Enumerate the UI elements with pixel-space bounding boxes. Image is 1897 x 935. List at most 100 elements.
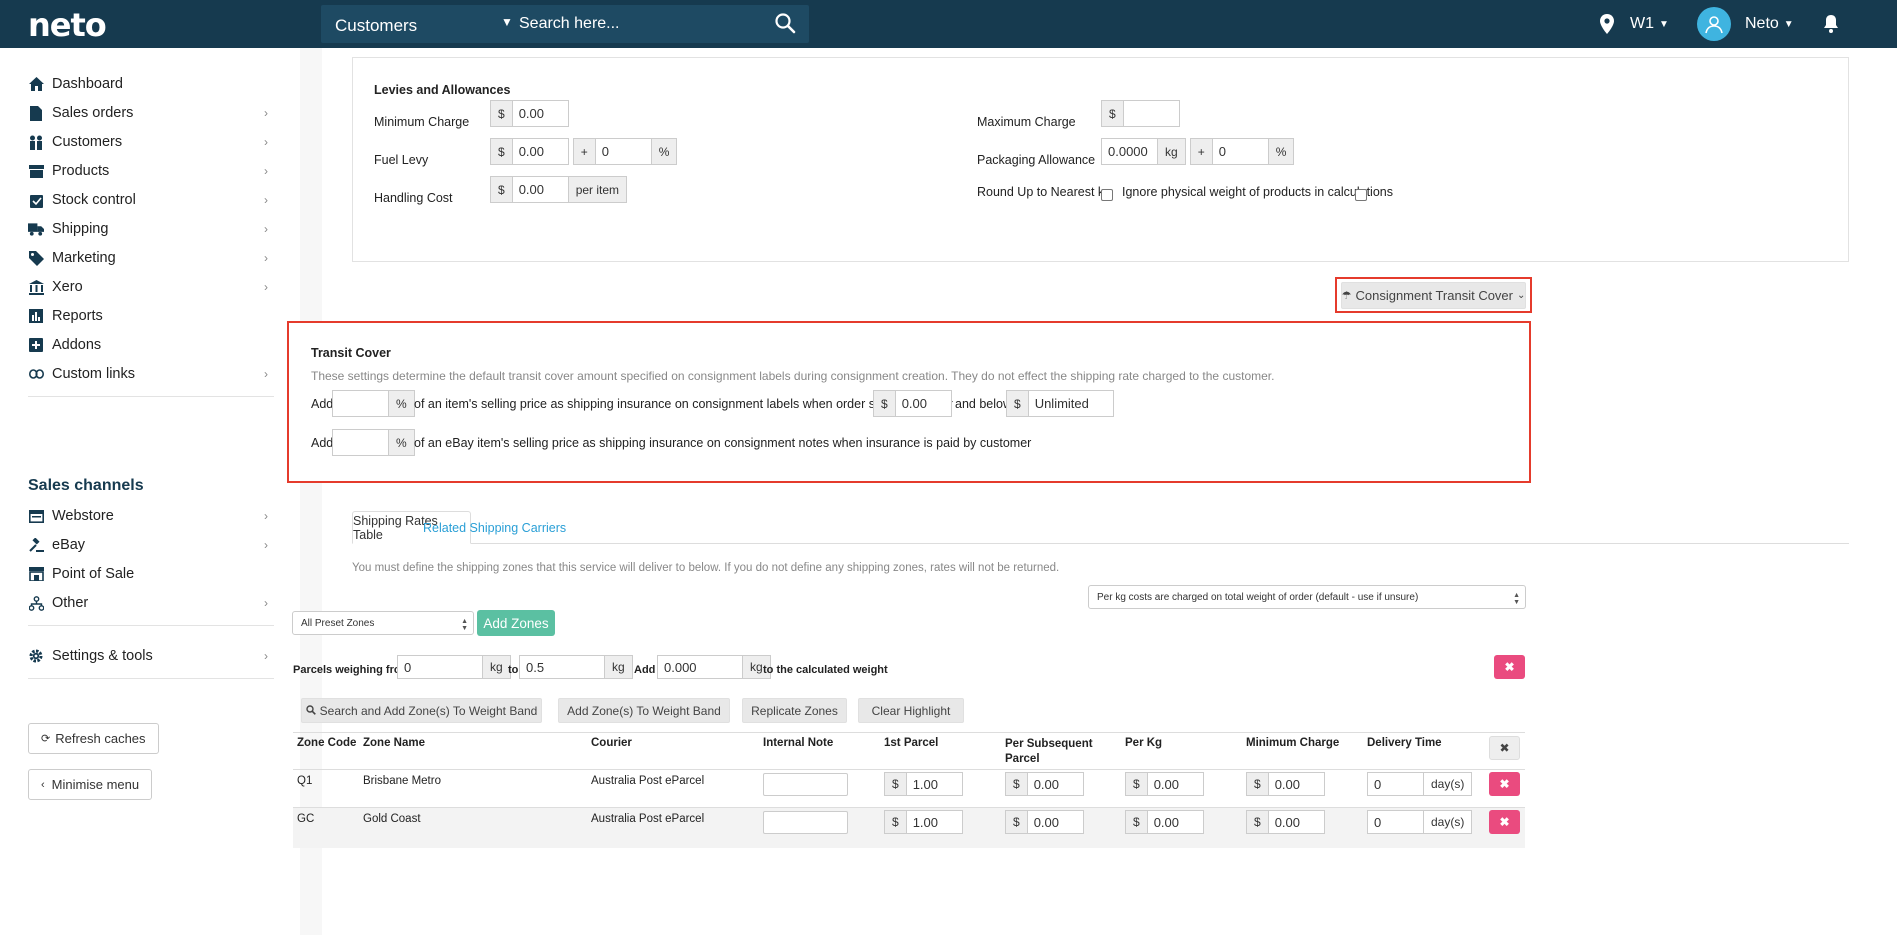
search-scope-select[interactable]: Customers (335, 16, 417, 36)
sidebar-item-sales-orders[interactable]: Sales orders › (28, 101, 268, 125)
delete-weight-band-button[interactable]: ✖ (1494, 655, 1525, 679)
currency-addon: $ (1125, 772, 1148, 796)
per-kg-input[interactable] (1146, 810, 1204, 834)
sidebar-item-point-of-sale[interactable]: Point of Sale (28, 562, 268, 586)
tab-related-shipping-carriers[interactable]: Related Shipping Carriers (423, 521, 566, 535)
packaging-percent-input[interactable] (1211, 138, 1269, 165)
sidebar-item-dashboard[interactable]: Dashboard (28, 72, 268, 96)
minimum-charge-group: $ (1246, 772, 1325, 796)
sidebar-item-customers[interactable]: Customers › (28, 130, 268, 154)
minimum-charge-input[interactable] (1267, 810, 1325, 834)
search-add-zones-button[interactable]: Search and Add Zone(s) To Weight Band (301, 698, 542, 723)
delete-all-rows-button[interactable]: ✖ (1489, 736, 1520, 760)
sidebar-divider (28, 625, 274, 626)
subtotal-over-input[interactable] (894, 390, 952, 417)
col-zone-code: Zone Code (297, 737, 357, 749)
sidebar-item-label: eBay (52, 537, 86, 553)
first-parcel-input[interactable] (905, 772, 963, 796)
map-pin-icon (1600, 14, 1614, 34)
currency-addon: $ (1006, 390, 1029, 417)
home-icon (28, 76, 44, 92)
sidebar-item-settings-tools[interactable]: Settings & tools › (28, 644, 268, 668)
currency-addon: $ (884, 772, 907, 796)
add-weight-input[interactable] (657, 655, 743, 679)
sidebar-item-products[interactable]: Products › (28, 159, 268, 183)
add-zones-button[interactable]: Add Zones (477, 610, 555, 636)
delete-row-button[interactable]: ✖ (1489, 772, 1520, 796)
sidebar-item-shipping[interactable]: Shipping › (28, 217, 268, 241)
fuel-levy-input[interactable] (511, 138, 569, 165)
umbrella-icon: ☂ (1341, 290, 1352, 302)
chevron-right-icon: › (264, 509, 268, 523)
sidebar-item-webstore[interactable]: Webstore › (28, 504, 268, 528)
sidebar-item-marketing[interactable]: Marketing › (28, 246, 268, 270)
internal-note-input[interactable] (763, 811, 848, 834)
sidebar-item-label: Shipping (52, 221, 109, 237)
close-icon: ✖ (1499, 777, 1510, 791)
internal-note-input[interactable] (763, 773, 848, 796)
minimum-charge-label: Minimum Charge (374, 115, 470, 129)
first-parcel-input[interactable] (905, 810, 963, 834)
sidebar-item-stock-control[interactable]: Stock control › (28, 188, 268, 212)
transit-percent-input[interactable] (332, 390, 389, 417)
per-kg-cost-select[interactable]: Per kg costs are charged on total weight… (1088, 585, 1526, 609)
subtotal-below-input[interactable] (1027, 390, 1114, 417)
search-input[interactable] (519, 11, 769, 37)
sidebar-item-other[interactable]: Other › (28, 591, 268, 615)
add-zones-to-band-button[interactable]: Add Zone(s) To Weight Band (558, 698, 730, 723)
maximum-charge-group: $ (1101, 100, 1180, 127)
clear-highlight-button[interactable]: Clear Highlight (858, 698, 964, 723)
handling-cost-input[interactable] (511, 176, 569, 203)
maximum-charge-input[interactable] (1122, 100, 1180, 127)
document-icon (28, 105, 44, 121)
chevron-right-icon: › (264, 164, 268, 178)
currency-addon: $ (1246, 810, 1269, 834)
per-kg-input[interactable] (1146, 772, 1204, 796)
consignment-transit-cover-label: Consignment Transit Cover (1355, 288, 1513, 303)
notifications-button[interactable] (1822, 0, 1840, 48)
chevron-right-icon: › (264, 538, 268, 552)
subsequent-parcel-input[interactable] (1026, 772, 1084, 796)
preset-zones-select[interactable]: All Preset Zones ▲ ▼ (292, 611, 474, 635)
plus-square-icon (28, 337, 44, 353)
replicate-zones-button[interactable]: Replicate Zones (742, 698, 847, 723)
chevron-down-icon[interactable]: ▼ (501, 15, 513, 29)
percent-addon: % (388, 390, 415, 417)
minimum-charge-input[interactable] (511, 100, 569, 127)
search-add-zones-label: Search and Add Zone(s) To Weight Band (319, 703, 538, 718)
weight-from-input[interactable] (397, 655, 483, 679)
shipping-zones-note: You must define the shipping zones that … (352, 562, 1060, 574)
search-icon[interactable] (773, 11, 797, 35)
user-menu[interactable]: Neto ▼ (1697, 0, 1794, 48)
sidebar-item-addons[interactable]: Addons (28, 333, 268, 357)
minimise-menu-button[interactable]: ‹ Minimise menu (28, 769, 153, 800)
sidebar-item-reports[interactable]: Reports (28, 304, 268, 328)
packaging-kg-input[interactable] (1101, 138, 1158, 165)
round-up-checkbox[interactable] (1101, 189, 1113, 201)
col-per-kg: Per Kg (1125, 737, 1163, 749)
ebay-percent-input[interactable] (332, 429, 389, 456)
sidebar-item-xero[interactable]: Xero › (28, 275, 268, 299)
delete-row-button[interactable]: ✖ (1489, 810, 1520, 834)
days-addon: day(s) (1423, 810, 1473, 834)
per-kg-group: $ (1125, 772, 1204, 796)
maximum-charge-label: Maximum Charge (977, 115, 1076, 129)
sidebar-item-custom-links[interactable]: Custom links › (28, 362, 268, 386)
consignment-transit-cover-button[interactable]: ☂ Consignment Transit Cover ⌄ (1341, 282, 1526, 309)
sidebar-item-ebay[interactable]: eBay › (28, 533, 268, 557)
delivery-time-input[interactable] (1367, 810, 1424, 834)
delivery-time-input[interactable] (1367, 772, 1424, 796)
minimum-charge-input[interactable] (1267, 772, 1325, 796)
weight-to-input[interactable] (519, 655, 605, 679)
fuel-levy-percent-input[interactable] (594, 138, 652, 165)
neto-logo[interactable]: neto (28, 6, 107, 44)
levies-title: Levies and Allowances (374, 83, 511, 97)
percent-addon: % (1267, 138, 1295, 165)
subsequent-parcel-input[interactable] (1026, 810, 1084, 834)
ignore-weight-checkbox[interactable] (1355, 189, 1367, 201)
to-label: to (508, 664, 519, 676)
kg-addon: kg (1157, 138, 1186, 165)
currency-addon: $ (490, 100, 513, 127)
location-menu[interactable]: W1 ▼ (1598, 0, 1669, 48)
refresh-caches-button[interactable]: ⟳ Refresh caches (28, 723, 159, 754)
